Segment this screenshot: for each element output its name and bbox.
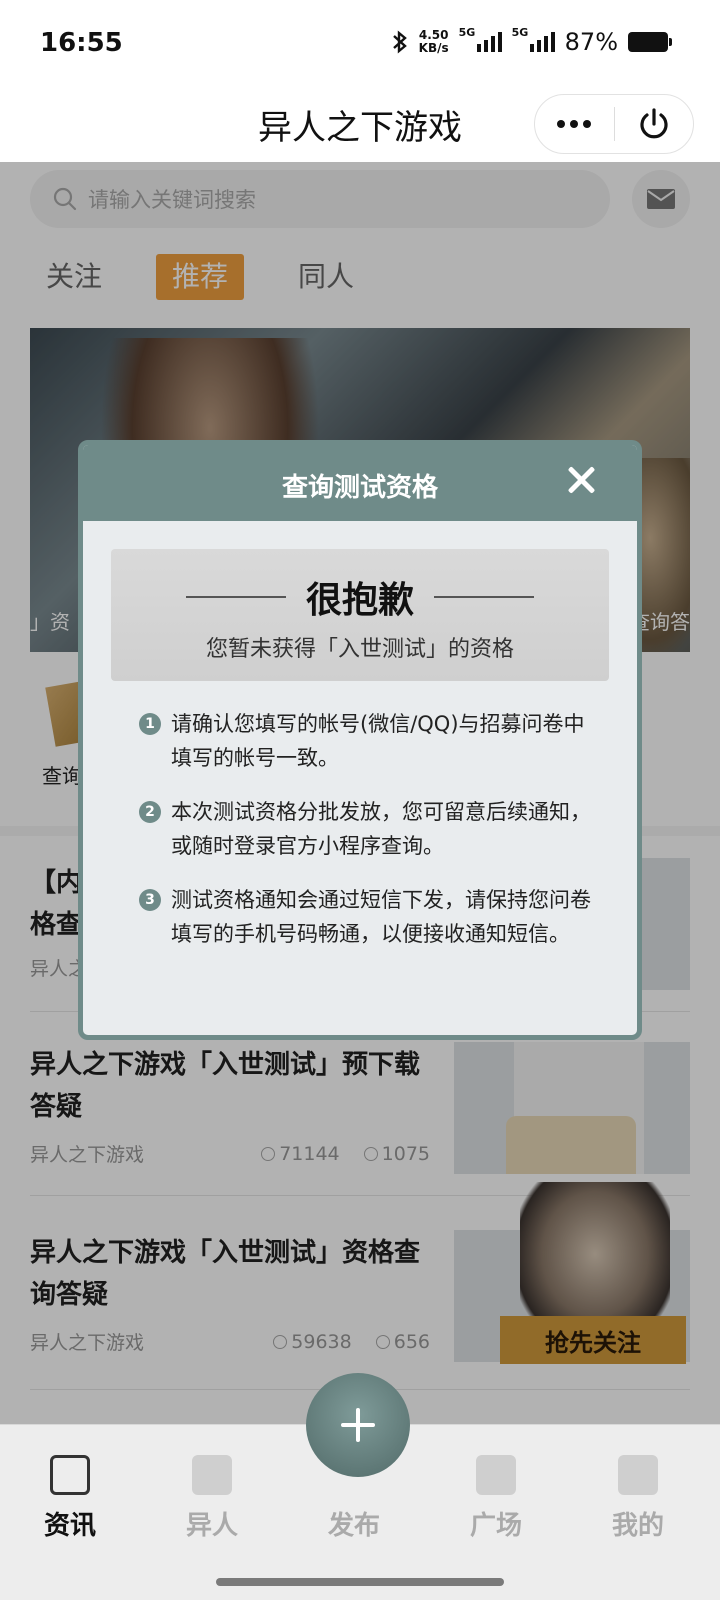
result-card: 很抱歉 您暂未获得「入世测试」的资格 [111,549,609,681]
bottom-tab-bar: 资讯 异人 发布 广场 我的 [0,1373,720,1600]
tabbar-item-news[interactable]: 资讯 [20,1455,120,1542]
result-subtitle: 您暂未获得「入世测试」的资格 [205,637,514,662]
tabbar-label: 我的 [611,1511,664,1541]
nav-bar: 异人之下游戏 [0,90,720,162]
note-item: 3 测试资格通知会通过短信下发，请保持您问卷填写的手机号码畅通，以便接收通知短信… [139,883,599,951]
tabbar-label: 广场 [469,1511,522,1541]
power-icon [640,108,668,139]
qualification-dialog: 查询测试资格 很抱歉 您暂未获得「入世测试」的资格 1 请确认您填写的帐号(微信… [78,440,642,1040]
home-indicator[interactable] [216,1578,504,1586]
note-number-badge: 3 [139,889,161,911]
battery-icon [628,32,672,52]
publish-button[interactable] [306,1373,410,1477]
note-number-badge: 1 [139,713,161,735]
more-icon [557,120,592,128]
tabbar-item-characters[interactable]: 异人 [162,1455,262,1542]
close-icon[interactable] [567,465,597,495]
note-text: 本次测试资格分批发放，您可留意后续通知，或随时登录官方小程序查询。 [171,800,591,858]
tabbar-label: 资讯 [43,1511,96,1541]
notes-list: 1 请确认您填写的帐号(微信/QQ)与招募问卷中填写的帐号一致。 2 本次测试资… [139,707,599,971]
net-speed: 4.50 KB/s [418,28,449,55]
news-icon [50,1455,90,1495]
tabbar-label: 发布 [327,1511,380,1541]
result-title: 很抱歉 [305,580,414,621]
scroll-icon [192,1455,232,1495]
status-time: 16:55 [40,28,123,58]
close-miniprogram-button[interactable] [615,95,694,153]
tabbar-label: 异人 [185,1511,238,1541]
heading-rule-right [434,596,534,598]
tabbar-item-plaza[interactable]: 广场 [446,1455,546,1542]
status-icons: 4.50 KB/s 5G 5G 87% [391,26,672,56]
dialog-title: 查询测试资格 [281,473,438,503]
note-item: 1 请确认您填写的帐号(微信/QQ)与招募问卷中填写的帐号一致。 [139,707,599,775]
bluetooth-icon [392,30,407,54]
more-button[interactable] [535,95,614,153]
signal-icon: 5G [459,26,502,52]
user-icon [618,1455,658,1495]
status-bar: 16:55 4.50 KB/s 5G 5G 87% [0,0,720,90]
note-number-badge: 2 [139,801,161,823]
tabbar-item-me[interactable]: 我的 [588,1455,688,1542]
chat-icon [476,1455,516,1495]
note-text: 请确认您填写的帐号(微信/QQ)与招募问卷中填写的帐号一致。 [171,712,585,770]
battery-percent: 87% [564,28,618,56]
miniprogram-capsule [534,94,694,154]
heading-rule-left [185,596,286,598]
result-heading: 很抱歉 [111,571,609,623]
plus-icon [341,1408,375,1442]
dialog-header: 查询测试资格 [83,445,637,521]
signal-icon-2: 5G [512,26,555,52]
note-text: 测试资格通知会通过短信下发，请保持您问卷填写的手机号码畅通，以便接收通知短信。 [171,888,591,946]
note-item: 2 本次测试资格分批发放，您可留意后续通知，或随时登录官方小程序查询。 [139,795,599,863]
